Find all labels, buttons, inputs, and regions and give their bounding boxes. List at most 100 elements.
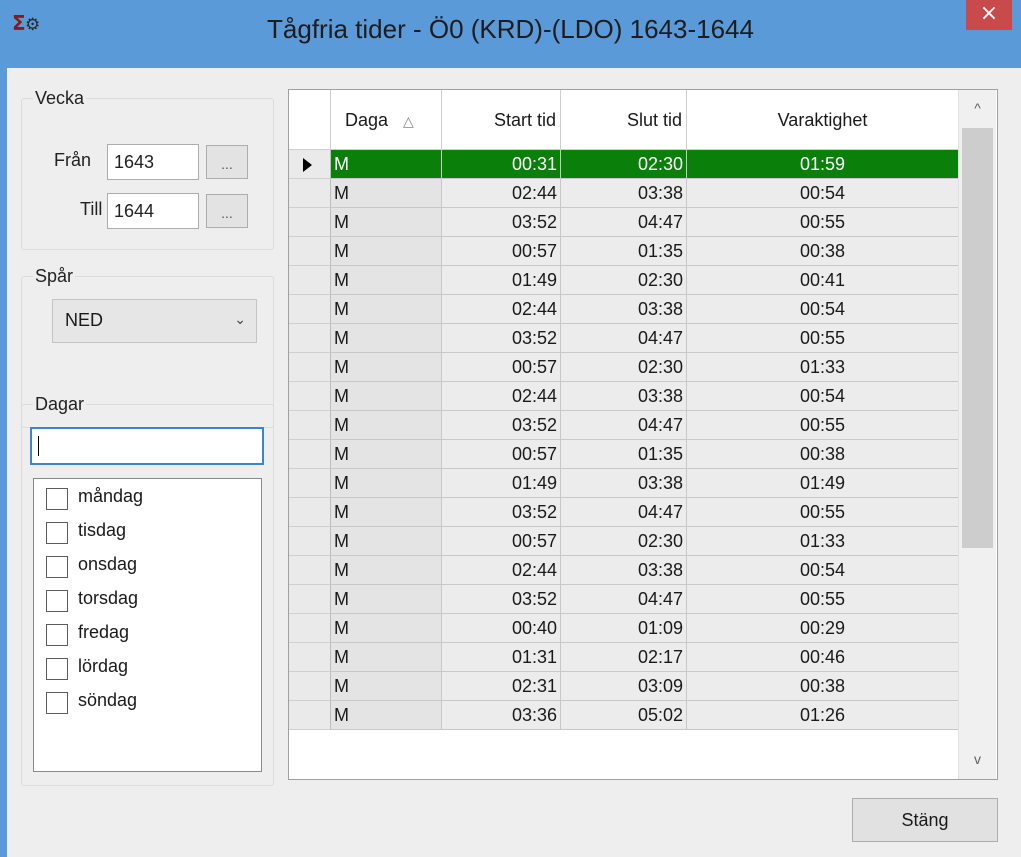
- checkbox-icon[interactable]: [46, 590, 68, 612]
- grid-cell[interactable]: 00:57: [442, 237, 561, 266]
- grid-cell[interactable]: 01:49: [687, 469, 959, 498]
- grid-cell[interactable]: 04:47: [561, 208, 687, 237]
- till-field[interactable]: [107, 193, 199, 229]
- grid-cell[interactable]: 02:30: [561, 527, 687, 556]
- row-header[interactable]: [289, 208, 331, 237]
- grid-cell[interactable]: M: [331, 382, 442, 411]
- row-header[interactable]: [289, 295, 331, 324]
- checkbox-icon[interactable]: [46, 692, 68, 714]
- grid-cell[interactable]: 03:52: [442, 498, 561, 527]
- grid-cell[interactable]: M: [331, 527, 442, 556]
- grid-cell[interactable]: 02:44: [442, 295, 561, 324]
- dagar-search-input[interactable]: [30, 427, 264, 465]
- row-header[interactable]: [289, 411, 331, 440]
- grid-cell[interactable]: M: [331, 411, 442, 440]
- row-header[interactable]: [289, 498, 331, 527]
- grid-cell[interactable]: 02:30: [561, 353, 687, 382]
- checkbox-icon[interactable]: [46, 522, 68, 544]
- checkbox-icon[interactable]: [46, 624, 68, 646]
- column-header-slut-tid[interactable]: Slut tid: [561, 90, 687, 150]
- row-header[interactable]: [289, 527, 331, 556]
- grid-cell[interactable]: 01:09: [561, 614, 687, 643]
- grid-cell[interactable]: 00:38: [687, 237, 959, 266]
- scroll-thumb[interactable]: [962, 128, 993, 548]
- grid-cell[interactable]: 02:30: [561, 266, 687, 295]
- column-header-varaktighet[interactable]: Varaktighet: [687, 90, 959, 150]
- grid-cell[interactable]: M: [331, 701, 442, 730]
- grid-cell[interactable]: 02:30: [561, 150, 687, 179]
- grid-cell[interactable]: 01:26: [687, 701, 959, 730]
- grid-cell[interactable]: 00:55: [687, 498, 959, 527]
- grid-cell[interactable]: M: [331, 469, 442, 498]
- row-header[interactable]: [289, 266, 331, 295]
- grid-vertical-scrollbar[interactable]: ^ v: [958, 90, 996, 779]
- grid-cell[interactable]: 03:38: [561, 469, 687, 498]
- grid-cell[interactable]: 01:59: [687, 150, 959, 179]
- grid-cell[interactable]: 03:09: [561, 672, 687, 701]
- grid-cell[interactable]: 01:33: [687, 353, 959, 382]
- grid-cell[interactable]: 03:52: [442, 411, 561, 440]
- grid-cell[interactable]: 03:38: [561, 179, 687, 208]
- grid-cell[interactable]: 02:31: [442, 672, 561, 701]
- grid-cell[interactable]: 00:38: [687, 440, 959, 469]
- grid-cell[interactable]: 00:38: [687, 672, 959, 701]
- grid-cell[interactable]: M: [331, 440, 442, 469]
- grid-cell[interactable]: 00:57: [442, 353, 561, 382]
- grid-cell[interactable]: 00:41: [687, 266, 959, 295]
- grid-cell[interactable]: 00:46: [687, 643, 959, 672]
- grid-cell[interactable]: 01:35: [561, 440, 687, 469]
- grid-cell[interactable]: 04:47: [561, 324, 687, 353]
- grid-cell[interactable]: 03:52: [442, 585, 561, 614]
- till-browse-button[interactable]: ...: [206, 194, 248, 228]
- grid-cell[interactable]: M: [331, 643, 442, 672]
- stang-button[interactable]: Stäng: [852, 798, 998, 842]
- grid-cell[interactable]: 00:40: [442, 614, 561, 643]
- row-header[interactable]: [289, 701, 331, 730]
- grid-cell[interactable]: M: [331, 295, 442, 324]
- checkbox-icon[interactable]: [46, 658, 68, 680]
- checkbox-icon[interactable]: [46, 488, 68, 510]
- row-header[interactable]: [289, 614, 331, 643]
- grid-cell[interactable]: M: [331, 556, 442, 585]
- grid-cell[interactable]: 00:29: [687, 614, 959, 643]
- grid-cell[interactable]: 02:44: [442, 556, 561, 585]
- row-header[interactable]: [289, 150, 331, 179]
- grid-cell[interactable]: M: [331, 353, 442, 382]
- grid-cell[interactable]: 00:55: [687, 585, 959, 614]
- grid-cell[interactable]: M: [331, 150, 442, 179]
- column-header-daga[interactable]: Daga △: [331, 90, 442, 150]
- grid-cell[interactable]: 00:57: [442, 440, 561, 469]
- scroll-up-icon[interactable]: ^: [959, 90, 996, 126]
- row-header[interactable]: [289, 469, 331, 498]
- checkbox-icon[interactable]: [46, 556, 68, 578]
- row-header[interactable]: [289, 353, 331, 382]
- grid-cell[interactable]: M: [331, 208, 442, 237]
- grid-cell[interactable]: 01:49: [442, 266, 561, 295]
- grid-cell[interactable]: M: [331, 614, 442, 643]
- grid-cell[interactable]: M: [331, 672, 442, 701]
- days-checklist[interactable]: måndag tisdag onsdag torsdag fredag lörd…: [33, 478, 262, 772]
- row-header[interactable]: [289, 643, 331, 672]
- grid-cell[interactable]: 00:55: [687, 411, 959, 440]
- grid-cell[interactable]: 00:54: [687, 179, 959, 208]
- grid-cell[interactable]: 02:44: [442, 382, 561, 411]
- grid-cell[interactable]: 00:31: [442, 150, 561, 179]
- grid-cell[interactable]: 04:47: [561, 411, 687, 440]
- fran-browse-button[interactable]: ...: [206, 145, 248, 179]
- grid-cell[interactable]: 04:47: [561, 585, 687, 614]
- row-header[interactable]: [289, 324, 331, 353]
- row-header[interactable]: [289, 585, 331, 614]
- spar-dropdown[interactable]: NED ⌄: [52, 299, 257, 343]
- grid-cell[interactable]: 03:52: [442, 324, 561, 353]
- grid-cell[interactable]: 03:38: [561, 556, 687, 585]
- grid-cell[interactable]: 00:54: [687, 295, 959, 324]
- column-header-start-tid[interactable]: Start tid: [442, 90, 561, 150]
- grid-cell[interactable]: 00:57: [442, 527, 561, 556]
- row-header[interactable]: [289, 672, 331, 701]
- row-header[interactable]: [289, 237, 331, 266]
- grid-cell[interactable]: M: [331, 237, 442, 266]
- grid-cell[interactable]: 05:02: [561, 701, 687, 730]
- grid-cell[interactable]: 03:36: [442, 701, 561, 730]
- grid-cell[interactable]: 03:38: [561, 382, 687, 411]
- grid-cell[interactable]: 03:38: [561, 295, 687, 324]
